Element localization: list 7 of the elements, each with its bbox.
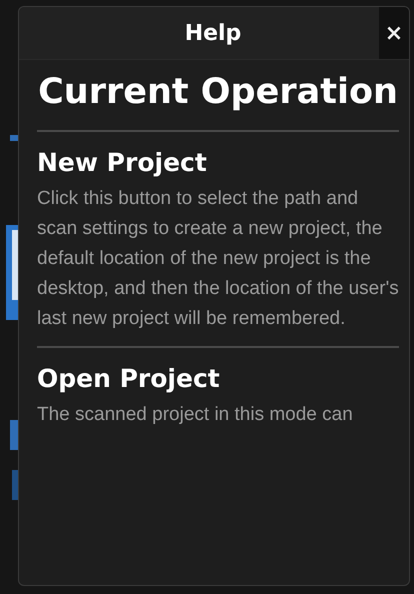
section-title: Open Project: [37, 363, 220, 395]
page-heading: Current Operation: [37, 68, 399, 132]
window-title: Help: [184, 20, 242, 48]
close-button[interactable]: ×: [379, 7, 409, 59]
section-title: New Project: [37, 147, 207, 179]
section-text: The scanned project in this mode can: [37, 403, 354, 427]
section-text: Click this button to select the path and scan settings to create a new project, the default location of the new project is the desktop, and then the location of the user's last new project will be remembered.: [37, 187, 399, 331]
